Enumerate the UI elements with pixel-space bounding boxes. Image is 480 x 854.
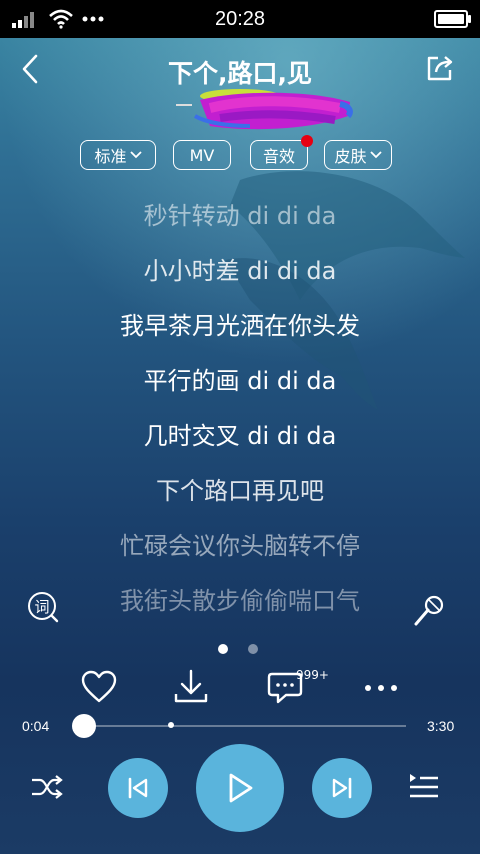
mv-label: MV bbox=[189, 145, 215, 165]
lyrics-mode-icon[interactable]: 词 bbox=[26, 590, 60, 624]
notification-dot bbox=[301, 135, 313, 147]
play-icon bbox=[229, 773, 253, 803]
previous-icon bbox=[128, 777, 148, 799]
effect-label: 音效 bbox=[262, 147, 295, 166]
redaction-scribble bbox=[193, 89, 353, 130]
song-title: 下个,路口,见 bbox=[168, 59, 312, 88]
total-time: 3:30 bbox=[427, 718, 455, 734]
next-icon bbox=[332, 777, 352, 799]
lyric-line: 几时交叉 di di da bbox=[143, 422, 337, 450]
lyric-line: 小小时差 di di da bbox=[143, 257, 337, 285]
lyric-line: 忙碌会议你头脑转不停 bbox=[120, 532, 360, 560]
page-indicator bbox=[0, 644, 480, 656]
favorite-heart-icon[interactable] bbox=[80, 668, 118, 706]
status-bar: 20:28 bbox=[0, 0, 480, 38]
lyric-line: 下个路口再见吧 bbox=[156, 477, 324, 505]
playlist-icon[interactable] bbox=[408, 772, 440, 802]
playback-controls bbox=[0, 740, 480, 840]
next-button[interactable] bbox=[312, 758, 372, 818]
artist-line bbox=[176, 86, 356, 136]
status-time: 20:28 bbox=[214, 7, 266, 30]
share-button[interactable] bbox=[424, 52, 456, 84]
lyric-line: 平行的画 di di da bbox=[143, 367, 337, 395]
elapsed-time: 0:04 bbox=[22, 718, 50, 734]
progress-bar[interactable]: 0:04 3:30 bbox=[0, 712, 480, 742]
microphone-icon[interactable] bbox=[412, 594, 446, 628]
lyric-line-current: 我早茶月光洒在你头发 bbox=[120, 312, 360, 340]
effect-chip[interactable]: 音效 bbox=[250, 135, 313, 170]
chevron-down-icon bbox=[129, 151, 142, 159]
skin-chip[interactable]: 皮肤 bbox=[324, 140, 392, 170]
quality-chip[interactable]: 标准 bbox=[80, 140, 156, 170]
option-chips: 标准 MV 音效 皮肤 bbox=[0, 135, 480, 174]
mv-chip[interactable]: MV bbox=[173, 140, 231, 170]
quality-label: 标准 bbox=[94, 147, 127, 166]
svg-text:词: 词 bbox=[34, 598, 49, 616]
progress-track[interactable] bbox=[84, 725, 406, 727]
download-icon[interactable] bbox=[172, 668, 210, 706]
previous-button[interactable] bbox=[108, 758, 168, 818]
battery-icon bbox=[434, 10, 471, 28]
progress-knob[interactable] bbox=[72, 714, 96, 738]
play-button[interactable] bbox=[196, 744, 284, 832]
page-dot bbox=[248, 644, 258, 654]
page-dot-active bbox=[218, 644, 228, 654]
action-row bbox=[0, 668, 480, 712]
shuffle-icon[interactable] bbox=[30, 772, 64, 802]
skin-label: 皮肤 bbox=[334, 147, 367, 166]
chevron-down-icon bbox=[369, 151, 382, 159]
lyric-line: 秒针转动 di di da bbox=[143, 202, 337, 230]
more-options-icon[interactable] bbox=[362, 678, 400, 698]
buffer-marker bbox=[168, 722, 174, 728]
comment-count-badge: 999+ bbox=[296, 668, 329, 682]
lyric-line: 我街头散步偷偷喘口气 bbox=[120, 587, 360, 615]
